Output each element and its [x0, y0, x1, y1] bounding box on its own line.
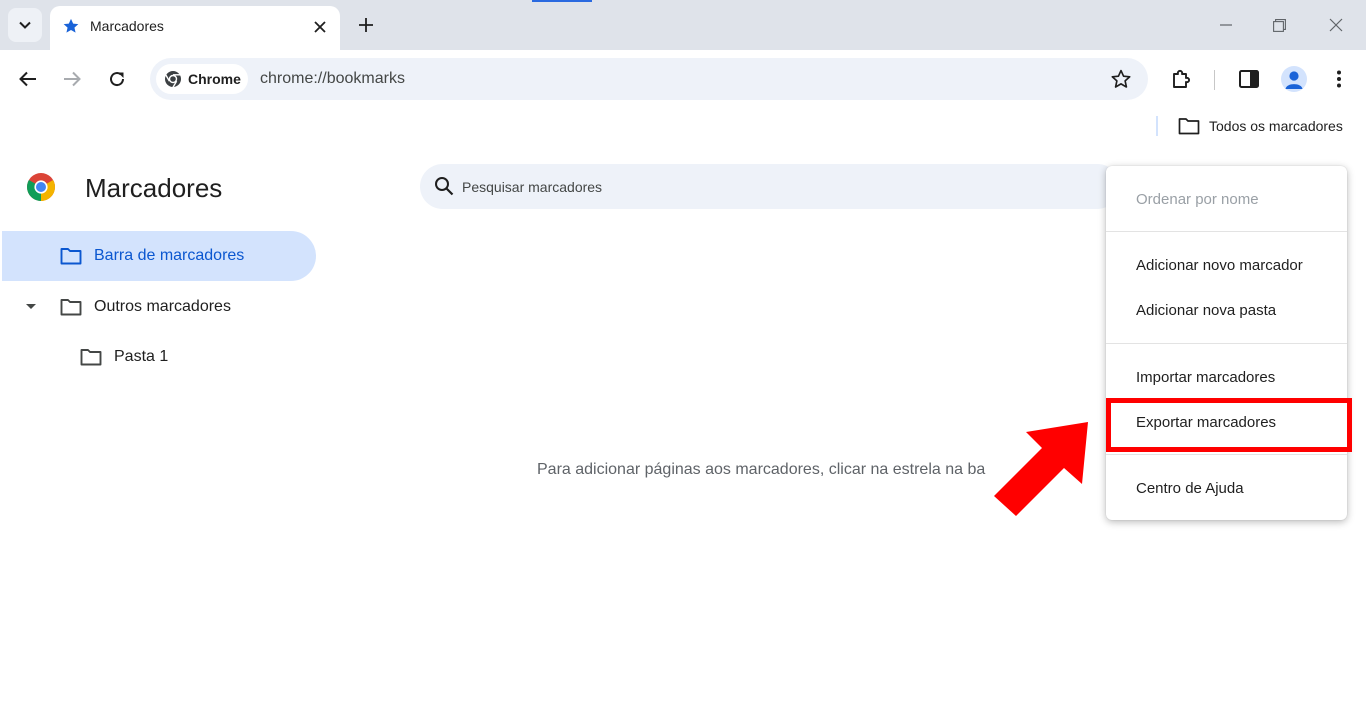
search-icon: [435, 177, 454, 196]
menu-item-help-center[interactable]: Centro de Ajuda: [1106, 466, 1347, 510]
tree-item-label: Barra de marcadores: [94, 247, 245, 264]
folder-icon: [1178, 118, 1200, 135]
bookmark-star-icon[interactable]: [1110, 68, 1132, 90]
window-close-button[interactable]: [1325, 14, 1347, 36]
chevron-down-icon: [19, 21, 31, 29]
more-vert-icon: [1337, 70, 1341, 88]
close-icon: [314, 21, 326, 33]
all-bookmarks-button[interactable]: Todos os marcadores: [1178, 116, 1343, 136]
new-tab-button[interactable]: [355, 14, 377, 36]
toolbar: Chrome chrome://bookmarks: [0, 50, 1366, 108]
puzzle-icon: [1173, 69, 1191, 88]
tab-close-button[interactable]: [310, 17, 330, 37]
folder-icon: [60, 248, 82, 265]
menu-separator: [1106, 231, 1347, 232]
search-input[interactable]: [462, 164, 1102, 209]
profile-avatar[interactable]: [1281, 66, 1307, 92]
close-icon: [1329, 18, 1343, 32]
back-button[interactable]: [13, 64, 43, 94]
reload-button[interactable]: [102, 64, 132, 94]
arrow-right-icon: [64, 71, 81, 87]
page-title: Marcadores: [85, 173, 223, 203]
red-arrow-annotation: [994, 422, 1088, 516]
menu-separator: [1106, 454, 1347, 455]
tab-search-button[interactable]: [8, 8, 42, 42]
site-chip[interactable]: Chrome: [156, 64, 248, 94]
reload-icon: [110, 72, 125, 87]
menu-item-sort-by-name[interactable]: Ordenar por nome: [1106, 177, 1347, 221]
tab-bookmarks[interactable]: Marcadores: [50, 6, 340, 50]
tree-item-label: Pasta 1: [114, 348, 169, 365]
chrome-logo-icon: [27, 173, 55, 201]
all-bookmarks-label: Todos os marcadores: [1209, 118, 1343, 134]
expand-arrow-icon[interactable]: [22, 302, 40, 312]
person-icon: [1285, 71, 1303, 89]
plus-icon: [359, 18, 373, 32]
tab-accent-line: [532, 0, 592, 2]
tab-strip: Marcadores: [0, 0, 1366, 50]
arrow-left-icon: [19, 71, 36, 87]
side-panel-button[interactable]: [1234, 64, 1264, 94]
search-box[interactable]: [420, 164, 1120, 209]
restore-button[interactable]: [1268, 14, 1290, 36]
omnibox[interactable]: Chrome chrome://bookmarks: [150, 58, 1148, 100]
folder-icon: [60, 299, 82, 316]
restore-icon: [1272, 18, 1286, 32]
menu-item-import-bookmarks[interactable]: Importar marcadores: [1106, 355, 1347, 399]
side-panel-icon: [1239, 70, 1259, 88]
tree-item-outros-marcadores[interactable]: Outros marcadores: [22, 290, 231, 324]
toolbar-separator: [1214, 70, 1215, 90]
site-chip-label: Chrome: [188, 71, 241, 87]
empty-state-message: Para adicionar páginas aos marcadores, c…: [537, 461, 986, 478]
tab-title: Marcadores: [90, 18, 164, 34]
tree-item-barra-de-marcadores[interactable]: Barra de marcadores: [2, 231, 316, 281]
menu-item-add-bookmark[interactable]: Adicionar novo marcador: [1106, 243, 1347, 287]
highlight-box: [1106, 398, 1352, 452]
star-icon: [63, 18, 79, 33]
folder-icon: [80, 349, 102, 366]
tree-item-pasta-1[interactable]: Pasta 1: [80, 340, 168, 374]
menu-item-add-folder[interactable]: Adicionar nova pasta: [1106, 288, 1347, 332]
minimize-button[interactable]: [1215, 14, 1237, 36]
url-text[interactable]: chrome://bookmarks: [260, 70, 405, 88]
bookmarks-bar-separator: [1156, 116, 1158, 136]
menu-separator: [1106, 343, 1347, 344]
tree-item-label: Outros marcadores: [94, 298, 231, 315]
menu-button[interactable]: [1324, 64, 1354, 94]
chrome-icon: [164, 71, 181, 88]
forward-button[interactable]: [57, 64, 87, 94]
minimize-icon: [1220, 24, 1232, 26]
extensions-button[interactable]: [1167, 64, 1197, 94]
organize-menu: Ordenar por nome Adicionar novo marcador…: [1106, 166, 1347, 520]
